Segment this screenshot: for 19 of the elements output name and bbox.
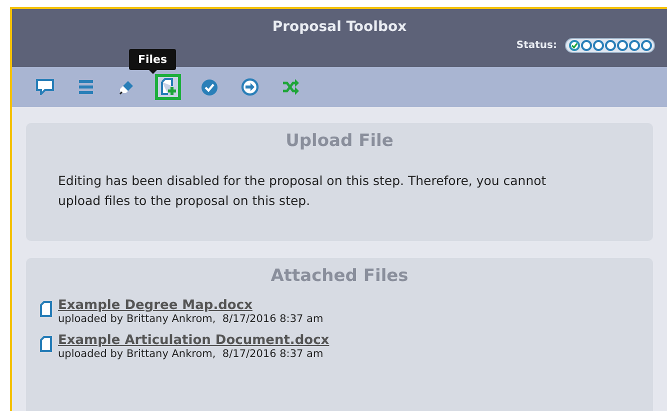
add-file-icon bbox=[159, 78, 177, 96]
file-link[interactable]: Example Articulation Document.docx bbox=[58, 333, 330, 348]
shuffle-icon bbox=[282, 79, 300, 95]
eraser-icon bbox=[119, 79, 135, 95]
window-title: Proposal Toolbox bbox=[272, 19, 407, 35]
file-link[interactable]: Example Degree Map.docx bbox=[58, 298, 324, 313]
disabled-message: Editing has been disabled for the proposal on this step. Therefore, you cannot upload files to the proposal on this step. bbox=[57, 172, 548, 210]
document-icon bbox=[40, 336, 52, 352]
document-icon bbox=[40, 301, 52, 317]
menu-icon bbox=[78, 79, 94, 95]
toolbar-button[interactable] bbox=[155, 74, 181, 100]
check-icon bbox=[200, 78, 218, 96]
arrow-circle-icon bbox=[241, 78, 259, 96]
upload-info: uploaded by Brittany Ankrom, 8/17/2016 8:37 am bbox=[58, 313, 324, 325]
status-label: Status: bbox=[516, 40, 557, 51]
upload-info: uploaded by Brittany Ankrom, 8/17/2016 8:37 am bbox=[58, 348, 324, 360]
comment-icon bbox=[36, 79, 54, 95]
panel-title: Upload File bbox=[284, 130, 394, 151]
panel-title: Attached Files bbox=[270, 265, 410, 286]
